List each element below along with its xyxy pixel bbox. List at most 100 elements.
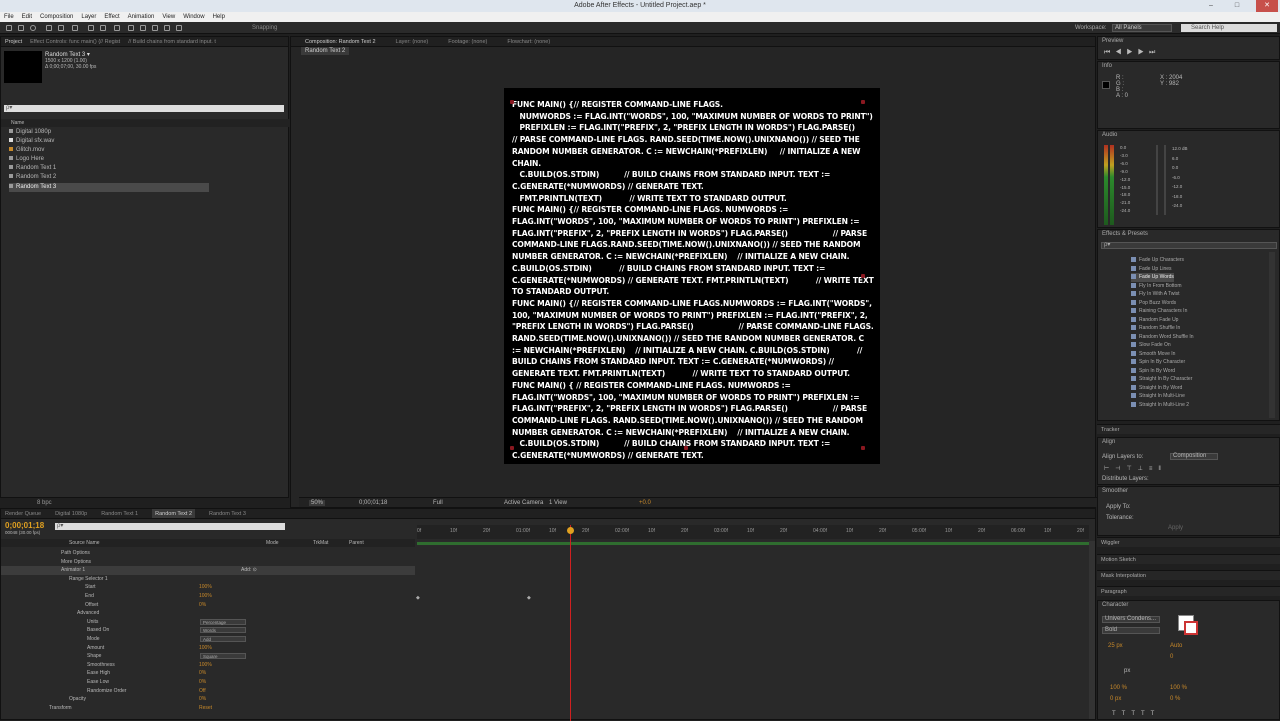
effect-preset-item[interactable]: Random Word Shuffle In xyxy=(1131,333,1194,342)
col-source-name[interactable]: Source Name xyxy=(69,539,100,547)
hand-tool-icon[interactable] xyxy=(18,25,24,31)
menu-effect[interactable]: Effect xyxy=(100,12,123,22)
motion-sketch-panel-header[interactable]: Motion Sketch xyxy=(1097,554,1280,564)
timeline-property-row[interactable]: Path Options xyxy=(1,549,415,558)
property-value[interactable]: 100% xyxy=(199,583,212,592)
font-size-value[interactable]: 25 px xyxy=(1108,643,1123,649)
property-value[interactable]: Add: ⊙ xyxy=(241,566,257,575)
time-ruler[interactable]: 0f 10f 20f 01:00f 10f 20f 02:00f 10f 20f 03:00f 10… xyxy=(417,525,1089,539)
timeline-property-row[interactable]: Advanced xyxy=(1,609,415,618)
keyframe-start[interactable]: ◆ xyxy=(416,595,420,601)
effects-scrollbar[interactable] xyxy=(1269,252,1275,418)
menu-edit[interactable]: Edit xyxy=(18,12,36,22)
project-item[interactable]: Glitch.mov xyxy=(9,146,44,155)
project-item[interactable]: Random Text 1 xyxy=(9,164,56,173)
effect-preset-item[interactable]: Fly In With A Twist xyxy=(1131,290,1179,299)
menu-animation[interactable]: Animation xyxy=(124,12,159,22)
col-mode[interactable]: Mode xyxy=(266,539,279,547)
workspace-select[interactable]: All Panels xyxy=(1112,24,1172,32)
property-value[interactable]: 0% xyxy=(199,678,206,687)
col-parent[interactable]: Parent xyxy=(349,539,364,547)
timeline-current-time[interactable]: 0;00;01;18 xyxy=(5,521,44,530)
font-style-select[interactable]: Bold xyxy=(1102,627,1160,634)
timeline-property-row[interactable]: More Options xyxy=(1,558,415,567)
minimize-button[interactable]: – xyxy=(1204,0,1218,12)
work-area-bar[interactable] xyxy=(417,541,1089,546)
audio-slider-right[interactable] xyxy=(1164,145,1166,215)
audio-slider-left[interactable] xyxy=(1156,145,1158,215)
stroke-unit[interactable]: px xyxy=(1124,668,1130,674)
timeline-property-row[interactable]: Transform Reset xyxy=(1,704,415,713)
rectangle-tool-icon[interactable] xyxy=(88,25,94,31)
timeline-property-row[interactable]: Start 100% xyxy=(1,583,415,592)
effect-preset-item-selected[interactable]: Fade Up Words xyxy=(1131,273,1174,282)
align-buttons[interactable]: ⊢⊣⊤⊥≡‖ xyxy=(1104,465,1167,472)
effect-preset-item[interactable]: Fly In From Bottom xyxy=(1131,282,1182,291)
effects-search-input[interactable]: ρ▾ xyxy=(1101,242,1277,249)
exposure-value[interactable]: +0.0 xyxy=(639,500,651,506)
pan-behind-tool-icon[interactable] xyxy=(72,25,78,31)
project-item[interactable]: Random Text 2 xyxy=(9,173,56,182)
smoother-apply-button[interactable]: Apply xyxy=(1168,525,1183,531)
timeline-property-row[interactable]: Amount 100% xyxy=(1,644,415,653)
rotate-tool-icon[interactable] xyxy=(46,25,52,31)
tab-random-text-1[interactable]: Random Text 1 xyxy=(101,509,138,518)
timeline-search-input[interactable]: ρ▾ xyxy=(55,523,285,530)
effect-preset-item[interactable]: Pop Buzz Words xyxy=(1131,299,1176,308)
timeline-property-row[interactable]: End 100% xyxy=(1,592,415,601)
effect-preset-item[interactable]: Random Shuffle In xyxy=(1131,324,1180,333)
timeline-property-row[interactable]: Shape Square xyxy=(1,652,415,661)
effect-preset-item[interactable]: Straight In By Word xyxy=(1131,384,1182,393)
resolution-select[interactable]: Full xyxy=(433,500,443,506)
search-help-input[interactable]: Search Help xyxy=(1181,24,1277,32)
roto-brush-tool-icon[interactable] xyxy=(164,25,170,31)
tab-footage[interactable]: Footage: (none) xyxy=(448,37,487,46)
property-value[interactable]: 0% xyxy=(199,601,206,610)
effect-preset-item[interactable]: Fade Up Lines xyxy=(1131,265,1172,274)
property-value[interactable]: Reset xyxy=(199,704,212,713)
composition-text-layer[interactable]: func main() {// Register command-line fl… xyxy=(512,99,874,464)
timeline-property-row[interactable]: Smoothness 100% xyxy=(1,661,415,670)
effect-preset-item[interactable]: Raining Characters In xyxy=(1131,307,1187,316)
project-item[interactable]: Digital 1080p xyxy=(9,128,51,137)
mask-interpolation-panel-header[interactable]: Mask Interpolation xyxy=(1097,570,1280,580)
eraser-tool-icon[interactable] xyxy=(152,25,158,31)
property-value[interactable]: 100% xyxy=(199,661,212,670)
effect-preset-item[interactable]: Straight In Multi-Line xyxy=(1131,392,1185,401)
leading-value[interactable]: Auto xyxy=(1170,643,1182,649)
effect-preset-item[interactable]: Straight In Multi-Line 2 xyxy=(1131,401,1189,410)
timeline-property-row[interactable]: Randomize Order Off xyxy=(1,687,415,696)
menu-window[interactable]: Window xyxy=(179,12,208,22)
keyframe-end[interactable]: ◆ xyxy=(527,595,531,601)
tab-flowchart[interactable]: Flowchart: (none) xyxy=(507,37,550,46)
stroke-color-swatch[interactable] xyxy=(1184,621,1198,635)
timeline-property-row[interactable]: Ease High 0% xyxy=(1,669,415,678)
menu-file[interactable]: File xyxy=(0,12,18,22)
tsume-value[interactable]: 0 % xyxy=(1170,696,1180,702)
view-layout-select[interactable]: 1 View xyxy=(549,500,567,506)
project-column-header[interactable]: Name xyxy=(1,119,290,127)
current-time-display[interactable]: 0;00;01;18 xyxy=(359,500,387,506)
project-item[interactable]: Logo Here xyxy=(9,155,44,164)
vertical-scale-value[interactable]: 100 % xyxy=(1110,685,1127,691)
selection-tool-icon[interactable] xyxy=(6,25,12,31)
tab-effect-controls-2[interactable]: // Build chains from standard input. t xyxy=(128,37,216,46)
property-value[interactable]: Off xyxy=(199,687,206,696)
composition-subtab[interactable]: Random Text 2 xyxy=(301,47,350,55)
tracking-value[interactable]: 0 xyxy=(1170,654,1173,660)
menu-layer[interactable]: Layer xyxy=(77,12,100,22)
font-family-select[interactable]: Univers Condens... xyxy=(1102,616,1160,623)
tracker-panel-header[interactable]: Tracker xyxy=(1097,424,1280,434)
composition-canvas[interactable]: func main() {// Register command-line fl… xyxy=(504,88,880,464)
camera-select[interactable]: Active Camera xyxy=(504,500,543,506)
timeline-scrollbar[interactable] xyxy=(1089,541,1095,719)
clone-stamp-tool-icon[interactable] xyxy=(140,25,146,31)
baseline-shift-value[interactable]: 0 px xyxy=(1110,696,1121,702)
tab-composition[interactable]: Composition: Random Text 2 xyxy=(305,37,376,46)
timeline-property-row[interactable]: Based On Words xyxy=(1,626,415,635)
menu-composition[interactable]: Composition xyxy=(36,12,77,22)
tab-digital-1080p[interactable]: Digital 1080p xyxy=(55,509,87,518)
selected-item-name[interactable]: Random Text 3 ▾ xyxy=(45,51,90,58)
puppet-tool-icon[interactable] xyxy=(176,25,182,31)
tab-layer[interactable]: Layer: (none) xyxy=(396,37,429,46)
